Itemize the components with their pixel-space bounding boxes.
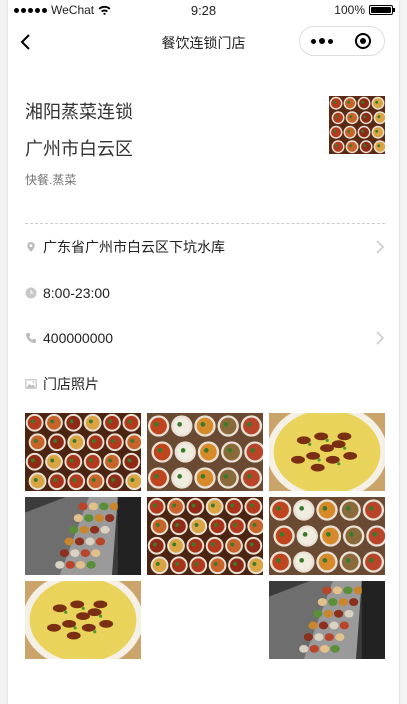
food-photo-image — [25, 413, 141, 491]
hours-row: 8:00-23:00 — [25, 281, 385, 305]
food-photo-image — [25, 497, 141, 575]
food-thumbnail-image — [329, 96, 387, 154]
food-photo-image — [25, 581, 141, 659]
store-photo[interactable] — [147, 497, 263, 575]
store-photo[interactable] — [25, 413, 141, 491]
store-photo[interactable] — [269, 581, 385, 659]
photos-header: 门店照片 — [25, 372, 385, 396]
food-photo-image — [147, 413, 263, 491]
hours-text: 8:00-23:00 — [43, 285, 110, 301]
store-photo — [147, 581, 263, 659]
store-card: WeChat 9:28 100% 餐饮连锁门店 湘阳蒸菜连锁 广州市白云区 快餐… — [8, 0, 399, 704]
food-photo-image — [269, 497, 385, 575]
battery-percent: 100% — [334, 3, 365, 17]
page: WeChat 9:28 100% 餐饮连锁门店 湘阳蒸菜连锁 广州市白云区 快餐… — [0, 0, 407, 704]
food-photo-image — [147, 497, 263, 575]
store-photo[interactable] — [147, 413, 263, 491]
more-dots-icon — [310, 38, 316, 44]
address-text: 广东省广州市白云区下坑水库 — [43, 239, 225, 255]
chevron-right-icon — [376, 240, 385, 254]
store-photo[interactable] — [25, 497, 141, 575]
close-circle-icon — [354, 33, 371, 49]
battery-group: 100% — [334, 3, 395, 17]
mini-program-capsule — [299, 26, 385, 56]
food-photo-image — [269, 581, 385, 659]
store-thumbnail[interactable] — [329, 96, 387, 154]
food-photo-image — [269, 413, 385, 491]
more-button[interactable] — [300, 27, 343, 55]
close-button[interactable] — [341, 27, 384, 55]
battery-icon — [369, 5, 395, 15]
phone-row[interactable]: 400000000 — [25, 326, 385, 350]
store-area: 广州市白云区 — [25, 139, 133, 159]
store-category: 快餐.蒸菜 — [25, 173, 77, 187]
phone-text: 400000000 — [43, 330, 114, 346]
photos-label: 门店照片 — [43, 376, 99, 392]
image-icon — [25, 379, 37, 389]
store-photo-grid — [25, 413, 385, 661]
phone-icon — [26, 333, 36, 343]
clock-icon — [25, 287, 37, 299]
store-photo[interactable] — [25, 581, 141, 659]
nav-bar: 餐饮连锁门店 — [8, 20, 399, 64]
store-name: 湘阳蒸菜连锁 — [25, 102, 133, 122]
store-photo[interactable] — [269, 497, 385, 575]
address-row[interactable]: 广东省广州市白云区下坑水库 — [25, 235, 385, 259]
location-pin-icon — [27, 242, 35, 252]
chevron-right-icon — [376, 331, 385, 345]
status-bar: WeChat 9:28 100% — [8, 0, 399, 20]
store-photo[interactable] — [269, 413, 385, 491]
section-divider — [25, 223, 385, 224]
